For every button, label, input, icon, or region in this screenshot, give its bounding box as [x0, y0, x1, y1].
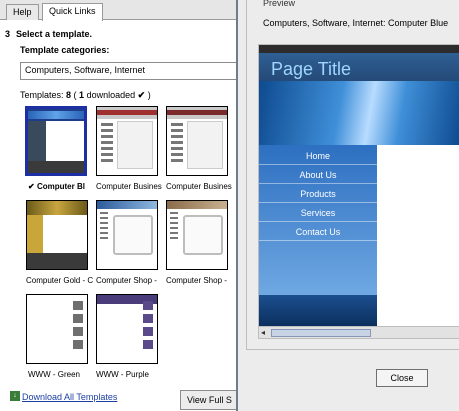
scroll-left-icon[interactable]: ◂ — [261, 328, 265, 337]
template-label-computer-shop-1: Computer Shop - — [96, 276, 157, 285]
category-label: Template categories: — [20, 45, 110, 55]
template-thumbnail-computer-business-1[interactable] — [96, 106, 158, 176]
preview-menu: Home About Us Products Services Contact … — [259, 145, 377, 295]
template-thumbnail-computer-blue[interactable] — [25, 106, 87, 176]
step-heading: 3 Select a template. — [5, 29, 92, 39]
template-thumbnail-computer-shop-1[interactable] — [96, 200, 158, 270]
template-chooser-panel: Help Quick Links 3 Select a template. Tem… — [0, 0, 244, 411]
template-thumbnail-www-purple[interactable] — [96, 294, 158, 364]
preview-menu-services: Services — [259, 204, 377, 222]
selected-check-icon: ✔ — [28, 182, 35, 191]
templates-close-paren: ) — [147, 90, 151, 100]
preview-caption: Computers, Software, Internet: Computer … — [263, 18, 449, 28]
preview-legend: Preview — [261, 0, 298, 8]
templates-open-paren: ( — [71, 90, 80, 100]
template-thumbnail-computer-gold[interactable] — [26, 200, 88, 270]
templates-prefix: Templates: — [20, 90, 67, 100]
download-all-templates-link[interactable]: Download All Templates — [22, 392, 117, 402]
template-label-www-green: WWW - Green — [28, 370, 80, 379]
template-label-computer-shop-2: Computer Shop - — [166, 276, 227, 285]
preview-menu-contact: Contact Us — [259, 223, 377, 241]
step-number: 3 — [5, 29, 11, 39]
tab-quick-links[interactable]: Quick Links — [42, 3, 103, 21]
template-label-computer-business-1: Computer Busines — [96, 182, 162, 191]
preview-menu-about: About Us — [259, 166, 377, 184]
template-thumbnail-computer-shop-2[interactable] — [166, 200, 228, 270]
check-icon: ✔ — [137, 90, 146, 100]
template-label-computer-gold: Computer Gold - C — [26, 276, 94, 285]
templates-summary: Templates: 8 ( 1 downloaded ✔ ) — [20, 90, 151, 101]
downloaded-label: downloaded — [84, 90, 136, 100]
preview-window: Preview Computers, Software, Internet: C… — [236, 0, 459, 411]
preview-menu-products: Products — [259, 185, 377, 203]
template-label-www-purple: WWW - Purple — [96, 370, 149, 379]
tab-bar: Help Quick Links — [0, 0, 238, 21]
view-full-size-button[interactable]: View Full S — [180, 390, 244, 410]
preview-frame: Page Title Home About Us Products Servic… — [258, 44, 459, 339]
preview-horizontal-scrollbar[interactable]: ◂ — [259, 326, 459, 338]
category-dropdown[interactable]: Computers, Software, Internet — [20, 62, 238, 80]
tab-help[interactable]: Help — [6, 4, 39, 20]
preview-menu-home: Home — [259, 147, 377, 165]
download-icon: ↓ — [10, 391, 20, 401]
preview-hero-banner — [259, 81, 459, 145]
template-label-computer-business-2: Computer Busines — [166, 182, 232, 191]
template-thumbnail-www-green[interactable] — [26, 294, 88, 364]
preview-page-title: Page Title — [259, 53, 459, 81]
scrollbar-thumb[interactable] — [271, 329, 371, 337]
preview-content-area — [377, 145, 459, 327]
close-button[interactable]: Close — [376, 369, 428, 387]
preview-footer-graphic — [259, 295, 377, 327]
template-label-computer-blue: ✔ Computer Bl — [28, 182, 85, 191]
template-thumbnail-computer-business-2[interactable] — [166, 106, 228, 176]
step-text: Select a template. — [16, 29, 93, 39]
